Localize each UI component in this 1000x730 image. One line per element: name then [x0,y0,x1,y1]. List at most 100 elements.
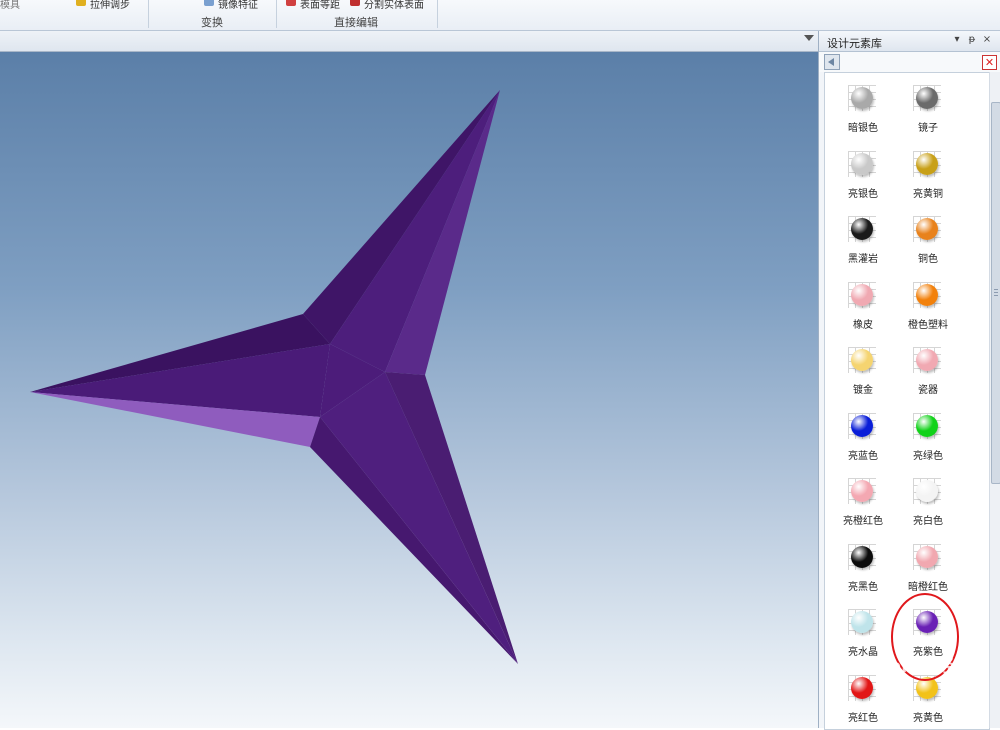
ribbon-item-mold[interactable]: 模具 [0,0,20,11]
material-item[interactable]: 亮黄铜 [893,143,963,203]
material-sphere-icon [851,611,873,633]
material-label: 亮黑色 [848,581,878,593]
material-sphere-icon [916,152,938,175]
panel-title: 设计元素库 [827,37,882,50]
material-sphere-icon [851,480,873,502]
ribbon-item-surface-offset[interactable]: 表面等距 [300,0,340,11]
material-preview [846,411,878,441]
material-preview [846,83,878,113]
material-item[interactable]: 铜色 [893,208,963,268]
material-label: 亮银色 [848,188,878,200]
material-preview [846,476,878,506]
material-label: 暗橙红色 [908,581,948,593]
material-label: 暗银色 [848,123,878,134]
material-item[interactable]: 镜子 [893,77,963,137]
ribbon-item-extrude-step[interactable]: 拉伸调步 [90,0,130,11]
material-label: 橡皮 [853,319,873,331]
material-preview [911,149,943,179]
material-item[interactable]: 暗橙红色 [893,536,963,596]
material-preview [911,345,943,375]
material-sphere-icon [916,611,938,633]
material-item[interactable]: 镀金 [828,339,898,399]
close-icon[interactable]: × [981,34,993,46]
material-item[interactable]: 瓷器 [893,339,963,399]
material-label: 黑灌岩 [848,254,878,265]
material-sphere-icon [916,480,938,502]
design-viewport[interactable] [0,52,818,728]
material-sphere-icon [916,545,938,568]
document-tab-bar [0,31,818,52]
material-label: 亮水晶 [848,647,878,658]
material-item[interactable]: 亮水晶 [828,601,898,661]
material-preview [846,673,878,703]
material-preview [911,673,943,703]
material-sphere-icon [851,87,873,109]
material-sphere-icon [851,283,873,306]
close-library-button[interactable]: ✕ [982,55,997,70]
material-item[interactable]: 亮黑色 [828,536,898,596]
material-label: 亮绿色 [913,450,943,462]
material-item[interactable]: 亮橙红色 [828,470,898,530]
material-sphere-icon [916,87,938,109]
ribbon-group-transform: 变换 [201,16,223,29]
panel-menu-icon[interactable]: ▾ [951,34,963,46]
material-label: 橙色塑料 [908,319,948,331]
material-item[interactable]: 亮蓝色 [828,405,898,465]
panel-header: 设计元素库 ▾ ᵽ × [819,31,1000,52]
material-label: 铜色 [918,254,938,265]
material-item[interactable]: 亮银色 [828,143,898,203]
material-preview [846,280,878,310]
material-item[interactable]: 黑灌岩 [828,208,898,268]
ribbon-group-direct-edit: 直接编辑 [334,16,378,29]
material-label: 亮黄色 [913,712,943,724]
mirror-feature-icon [204,0,214,6]
back-button[interactable] [824,54,840,70]
material-item[interactable]: 亮红色 [828,667,898,727]
material-label: 亮黄铜 [913,188,943,200]
material-preview [911,542,943,572]
material-label: 镜子 [918,123,938,134]
chevron-down-icon[interactable] [804,35,814,41]
material-item[interactable]: 亮紫色 [893,601,963,661]
ribbon-bar: 模具 拉伸调步 镜像特征 变换 表面等距 分割实体表面 直接编辑 [0,0,1000,31]
ribbon-separator [276,0,277,28]
three-point-star-model[interactable] [0,52,818,728]
material-label: 亮紫色 [913,647,943,658]
material-item[interactable]: 橡皮 [828,274,898,334]
material-item[interactable]: 亮白色 [893,470,963,530]
material-grid: 暗银色 镜子亮银色 亮黄铜黑灌岩 铜色橡皮 橙色塑料镀金 瓷器亮蓝色 亮绿色亮橙红色 亮白色亮… [824,72,990,730]
scroll-thumb[interactable] [991,102,1000,484]
material-preview [911,607,943,637]
material-preview [911,83,943,113]
ribbon-separator [437,0,438,28]
design-library-panel: 设计元素库 ▾ ᵽ × ✕ 暗银色 镜子亮银色 亮黄铜黑灌岩 铜色橡皮 橙色塑料镀金 瓷器… [818,31,1000,730]
material-sphere-icon [916,349,938,371]
material-item[interactable]: 亮绿色 [893,405,963,465]
material-sphere-icon [916,218,938,240]
material-sphere-icon [851,152,873,175]
material-preview [846,542,878,572]
ribbon-item-mirror[interactable]: 镜像特征 [218,0,258,11]
material-item[interactable]: 暗银色 [828,77,898,137]
material-sphere-icon [916,676,938,699]
surface-offset-icon [286,0,296,6]
material-label: 亮蓝色 [848,450,878,462]
material-label: 亮红色 [848,712,878,724]
split-surface-icon [350,0,360,6]
material-preview [911,476,943,506]
material-item[interactable]: 橙色塑料 [893,274,963,334]
material-preview [846,214,878,244]
material-sphere-icon [916,283,938,306]
scroll-grip [994,289,998,290]
material-sphere-icon [851,545,873,568]
material-preview [846,607,878,637]
move-step-icon [76,0,86,6]
material-label: 镀金 [853,385,873,396]
ribbon-item-split-surface[interactable]: 分割实体表面 [364,0,424,11]
scrollbar[interactable] [989,72,1000,728]
material-label: 亮白色 [913,516,943,527]
material-sphere-icon [851,349,873,371]
material-preview [911,214,943,244]
pin-icon[interactable]: ᵽ [966,34,978,46]
material-item[interactable]: 亮黄色 [893,667,963,727]
